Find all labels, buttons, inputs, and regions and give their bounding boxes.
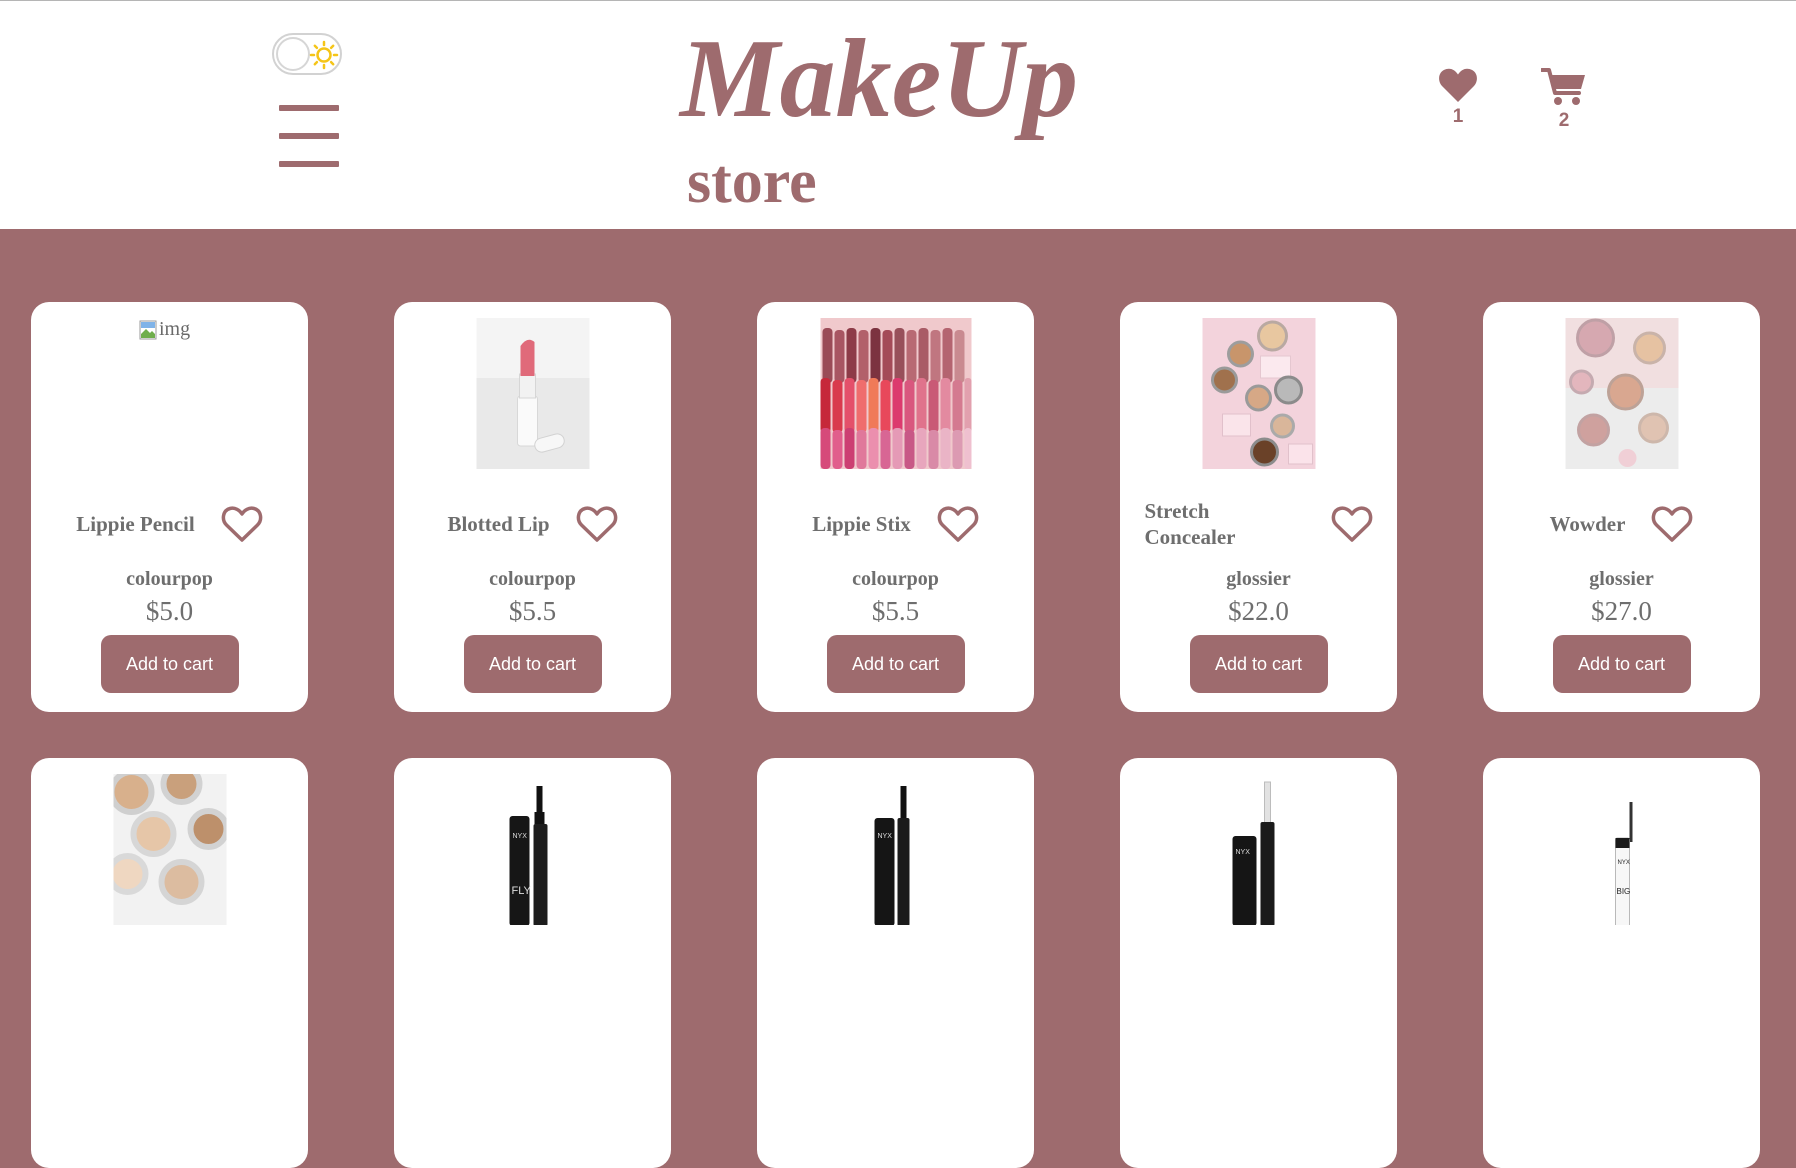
add-to-cart-button[interactable]: Add to cart xyxy=(1552,635,1691,693)
add-to-cart-button[interactable]: Add to cart xyxy=(826,635,965,693)
cart-button[interactable]: 2 xyxy=(1536,67,1592,142)
hamburger-icon[interactable] xyxy=(279,105,339,167)
name-row: Stretch Concealer xyxy=(1120,492,1397,556)
product-image[interactable] xyxy=(113,774,226,925)
sun-icon xyxy=(309,40,339,70)
product-image-broken: img xyxy=(139,318,190,341)
product-card xyxy=(31,758,308,1168)
svg-text:NYX: NYX xyxy=(1617,860,1629,866)
favorite-heart-icon[interactable] xyxy=(576,505,618,543)
product-name: Stretch Concealer xyxy=(1144,499,1236,549)
product-card: Wowder glossier $27.0 Add to cart xyxy=(1483,302,1760,712)
product-image[interactable] xyxy=(1202,318,1315,469)
image-alt-text: img xyxy=(159,318,191,340)
product-card: img Lippie Pencil colourpop $5.0 Add to … xyxy=(31,302,308,712)
name-row: Lippie Pencil xyxy=(31,492,308,556)
product-card: NYX FLY xyxy=(394,758,671,1168)
product-card: Blotted Lip colourpop $5.5 Add to cart xyxy=(394,302,671,712)
add-to-cart-button[interactable]: Add to cart xyxy=(463,635,602,693)
product-image[interactable] xyxy=(476,318,589,469)
product-name: Lippie Stix xyxy=(812,512,911,536)
product-brand: glossier xyxy=(1226,568,1291,590)
product-price: $22.0 xyxy=(1228,596,1289,626)
product-image[interactable]: NYX BIG xyxy=(1565,774,1678,925)
add-to-cart-button[interactable]: Add to cart xyxy=(1189,635,1328,693)
product-card: NYX xyxy=(1120,758,1397,1168)
site-header: MakeUp store 1 2 xyxy=(0,0,1796,229)
product-brand: colourpop xyxy=(126,568,213,590)
cart-count: 2 xyxy=(1558,110,1570,131)
product-name: Blotted Lip xyxy=(447,512,550,536)
product-card: Stretch Concealer glossier $22.0 Add to … xyxy=(1120,302,1397,712)
product-card: NYX BIG xyxy=(1483,758,1760,1168)
product-image[interactable]: NYX xyxy=(1202,774,1315,925)
product-card: NYX xyxy=(757,758,1034,1168)
name-row: Lippie Stix xyxy=(757,492,1034,556)
name-row: Wowder xyxy=(1483,492,1760,556)
broken-image-icon xyxy=(139,320,157,339)
favorite-heart-icon[interactable] xyxy=(1651,505,1693,543)
product-image[interactable] xyxy=(1565,318,1678,469)
product-card: Lippie Stix colourpop $5.5 Add to cart xyxy=(757,302,1034,712)
toggle-knob xyxy=(276,37,310,71)
product-brand: glossier xyxy=(1589,568,1654,590)
product-brand: colourpop xyxy=(489,568,576,590)
heart-icon xyxy=(1439,68,1477,102)
name-row: Blotted Lip xyxy=(394,492,671,556)
product-price: $5.5 xyxy=(871,596,920,626)
product-price: $5.0 xyxy=(145,596,194,626)
svg-text:NYX: NYX xyxy=(877,833,892,840)
favorite-heart-icon[interactable] xyxy=(1331,505,1373,543)
product-name: Lippie Pencil xyxy=(76,512,195,536)
product-image[interactable]: NYX xyxy=(839,774,952,925)
svg-text:FLY: FLY xyxy=(511,885,531,897)
add-to-cart-button[interactable]: Add to cart xyxy=(100,635,239,693)
logo-title[interactable]: MakeUp xyxy=(680,19,1078,139)
product-price: $5.5 xyxy=(508,596,557,626)
product-price: $27.0 xyxy=(1591,596,1652,626)
cart-icon xyxy=(1541,68,1585,105)
wishlist-count: 1 xyxy=(1452,106,1464,127)
theme-toggle[interactable] xyxy=(272,33,342,75)
svg-text:BIG: BIG xyxy=(1616,887,1630,896)
logo-subtitle: store xyxy=(687,148,817,216)
favorite-heart-icon[interactable] xyxy=(937,505,979,543)
wishlist-button[interactable]: 1 xyxy=(1432,67,1484,142)
product-name: Wowder xyxy=(1549,512,1626,536)
product-grid: img Lippie Pencil colourpop $5.0 Add to … xyxy=(31,302,1760,1168)
favorite-heart-icon[interactable] xyxy=(221,505,263,543)
svg-text:NYX: NYX xyxy=(512,833,527,840)
product-image[interactable] xyxy=(820,318,971,469)
product-image[interactable]: NYX FLY xyxy=(476,774,589,925)
svg-text:NYX: NYX xyxy=(1235,849,1250,856)
product-brand: colourpop xyxy=(852,568,939,590)
